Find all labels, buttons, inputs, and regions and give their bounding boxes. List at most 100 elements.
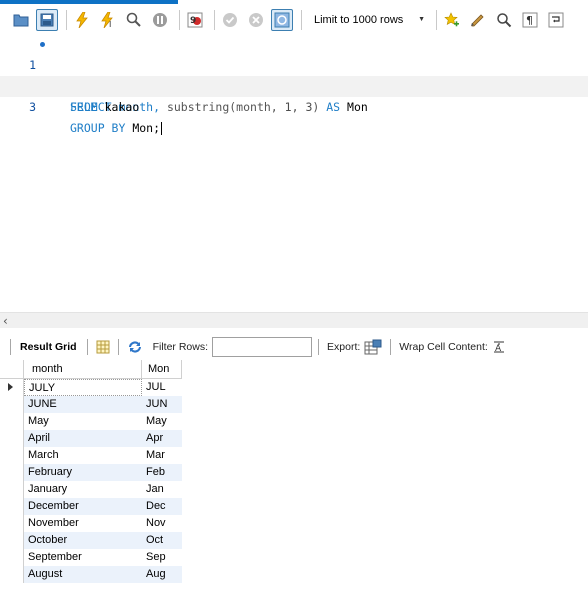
toggle-continue-on-error-icon[interactable]: 9 [184,9,206,31]
cell-mon[interactable]: Dec [142,498,182,515]
cell-month[interactable]: January [24,481,142,498]
row-header[interactable] [0,447,24,464]
cell-mon[interactable]: Feb [142,464,182,481]
rollback-icon[interactable] [245,9,267,31]
table-row[interactable]: JULY JUL [0,379,182,396]
row-header[interactable] [0,498,24,515]
table-row[interactable]: December Dec [0,498,182,515]
export-icon[interactable] [364,339,382,355]
cell-mon[interactable]: May [142,413,182,430]
row-header[interactable] [0,566,24,583]
grid-view-icon[interactable] [96,340,110,354]
row-header[interactable] [0,413,24,430]
row-header[interactable] [0,532,24,549]
stop-icon[interactable] [149,9,171,31]
find-icon[interactable] [493,9,515,31]
table-row[interactable]: October Oct [0,532,182,549]
keyword-as: AS [326,100,341,114]
cell-mon[interactable]: Apr [142,430,182,447]
save-icon[interactable] [36,8,58,31]
cell-month[interactable]: August [24,566,142,583]
close-paren: ) [312,100,327,114]
invisible-chars-icon[interactable]: ¶ [519,9,541,31]
table-row[interactable]: March Mar [0,447,182,464]
cell-month[interactable]: December [24,498,142,515]
table-row[interactable]: January Jan [0,481,182,498]
column-header-month[interactable]: month [24,360,142,379]
cell-mon[interactable]: Oct [142,532,182,549]
wrap-cell-content-icon[interactable]: A [492,340,506,354]
cell-mon[interactable]: JUN [142,396,182,413]
toolbar-separator [214,9,215,30]
cell-month[interactable]: February [24,464,142,481]
cell-mon[interactable]: JUL [142,379,182,396]
refresh-icon[interactable] [127,340,143,354]
row-header[interactable] [0,379,24,396]
cell-mon[interactable]: Nov [142,515,182,532]
filter-rows-label: Filter Rows: [152,341,209,353]
grid-header: month Mon [0,360,182,379]
row-header[interactable] [0,430,24,447]
horizontal-scrollbar[interactable]: ‹ [0,312,588,328]
svg-text:A: A [495,344,502,354]
table-row[interactable]: February Feb [0,464,182,481]
text-cursor [161,122,163,135]
cell-month[interactable]: April [24,430,142,447]
cell-month[interactable]: October [24,532,142,549]
cell-month[interactable]: March [24,447,142,464]
top-accent [0,0,588,4]
sql-editor[interactable]: 1 SELECT month, substring(month, 1, 3) A… [0,34,588,312]
svg-text:¶: ¶ [526,14,533,27]
cell-month[interactable]: September [24,549,142,566]
row-header[interactable] [0,464,24,481]
grid-corner[interactable] [0,360,24,379]
result-toolbar: Result Grid Filter Rows: Export: Wrap Ce… [0,336,588,358]
export-label: Export: [327,341,361,353]
table-row[interactable]: May May [0,413,182,430]
result-grid-tab[interactable]: Result Grid [15,341,77,353]
execute-icon[interactable] [71,9,93,31]
comma: , [291,100,306,114]
editor-line-current: 3 GROUP BY Mon; [0,76,588,135]
code-line-3: GROUP BY Mon; [70,118,163,139]
cell-month[interactable]: JUNE [24,396,142,413]
cell-month[interactable]: May [24,413,142,430]
cell-month[interactable]: JULY [24,379,142,396]
table-row[interactable]: August Aug [0,566,182,583]
limit-rows-select[interactable]: Limit to 1000 rows ▼ [308,9,430,30]
wrap-icon[interactable] [545,9,567,31]
cell-mon[interactable]: Mar [142,447,182,464]
toolbar-separator [117,339,119,355]
explain-icon[interactable] [123,9,145,31]
row-header[interactable] [0,515,24,532]
autocommit-icon[interactable] [271,8,293,31]
toolbar-separator [390,339,392,355]
row-header[interactable] [0,549,24,566]
table-row[interactable]: September Sep [0,549,182,566]
table-row[interactable]: JUNE JUN [0,396,182,413]
row-header[interactable] [0,481,24,498]
scroll-left-icon[interactable]: ‹ [3,314,8,328]
table-row[interactable]: April Apr [0,430,182,447]
sql-editor-toolbar: I 9 Limit to 1000 rows ▼ ¶ [0,5,588,34]
cell-mon[interactable]: Jan [142,481,182,498]
row-header[interactable] [0,396,24,413]
result-grid: month Mon JULY JUL JUNE JUN May May Apri… [0,360,182,583]
filter-rows-input[interactable] [212,337,313,357]
column-header-mon[interactable]: Mon [142,360,182,379]
execute-current-icon[interactable]: I [97,9,119,31]
statement-marker-icon [40,42,45,47]
alias-mon: Mon [340,100,368,114]
open-folder-icon[interactable] [10,9,32,31]
keyword-from: FROM [70,100,98,114]
add-snippet-icon[interactable] [441,9,463,31]
number-literal: 1 [284,100,292,114]
table-row[interactable]: November Nov [0,515,182,532]
cell-mon[interactable]: Sep [142,549,182,566]
limit-rows-label: Limit to 1000 rows [314,13,404,26]
beautify-icon[interactable] [467,9,489,31]
group-column: Mon; [125,121,161,135]
cell-mon[interactable]: Aug [142,566,182,583]
cell-month[interactable]: November [24,515,142,532]
commit-icon[interactable] [219,9,241,31]
